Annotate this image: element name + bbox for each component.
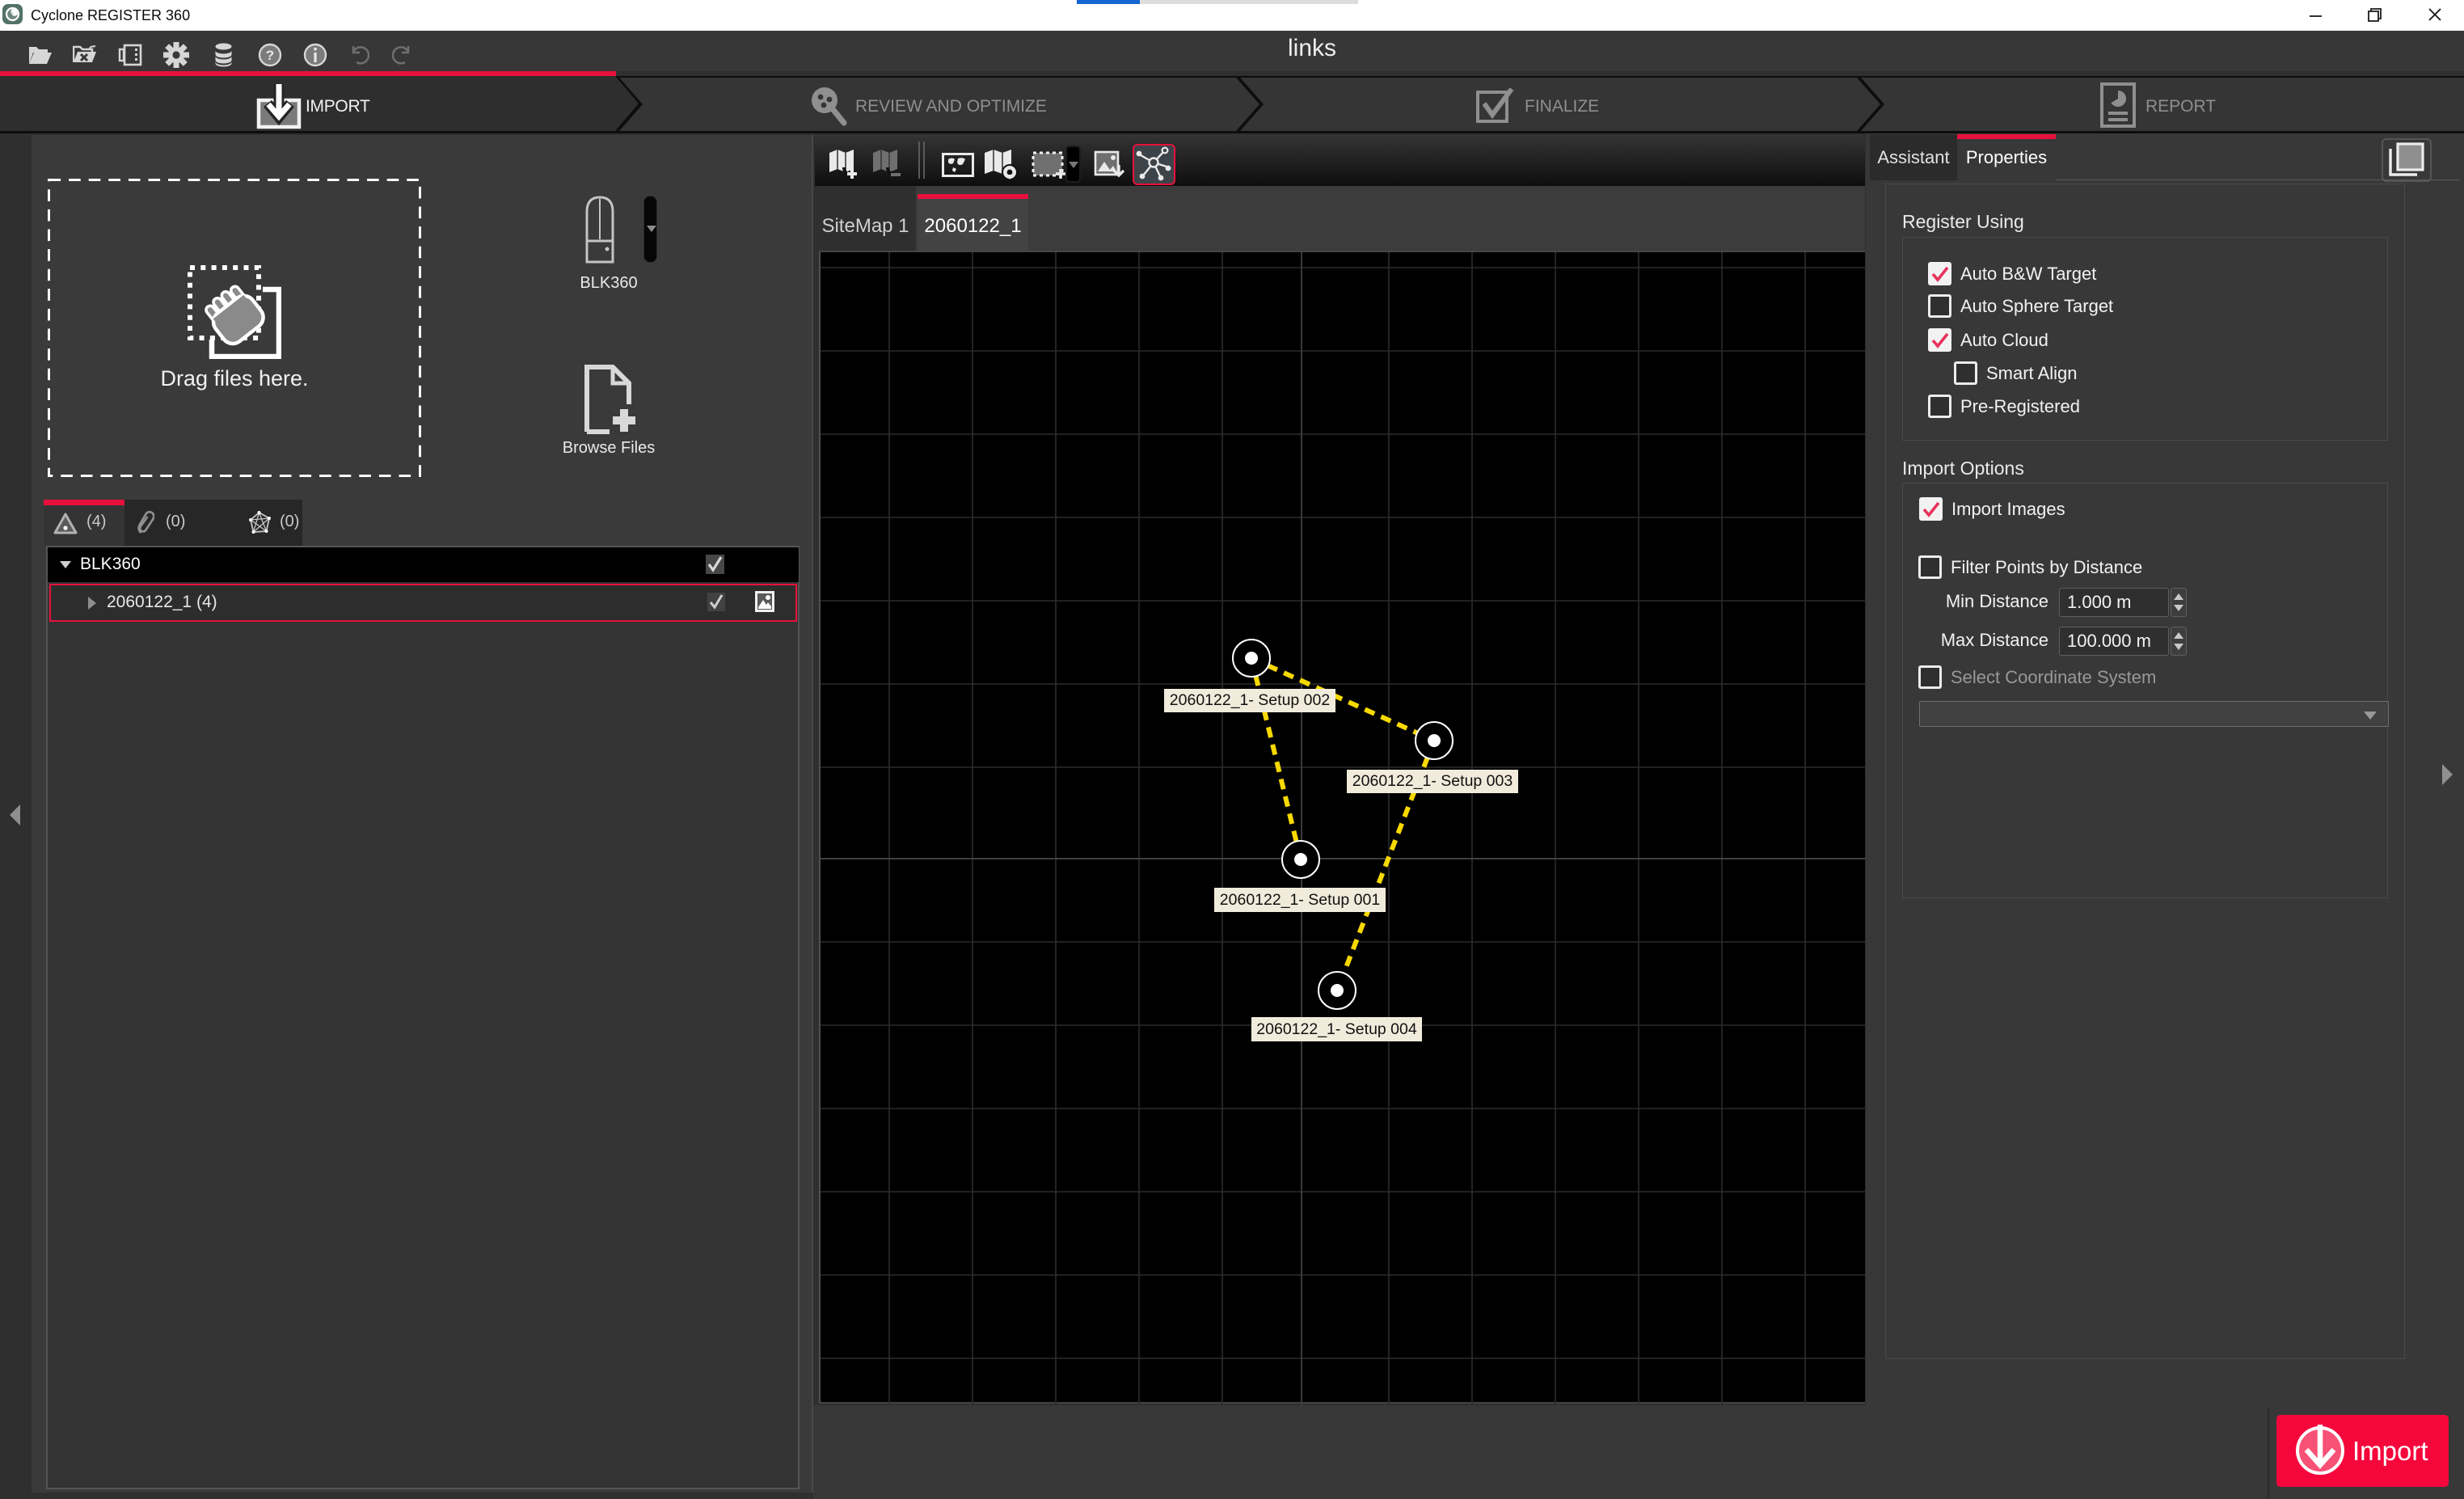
svg-text:?: ? — [266, 48, 274, 63]
